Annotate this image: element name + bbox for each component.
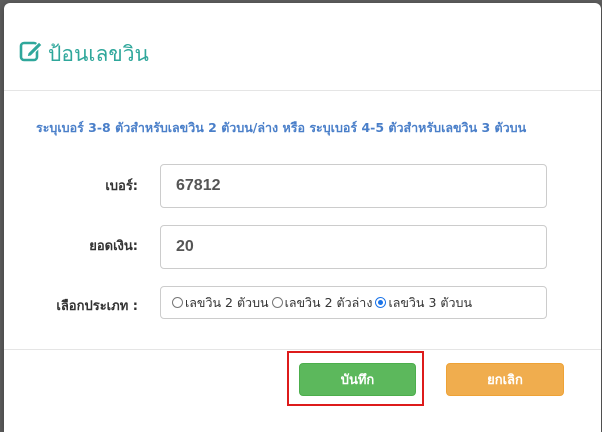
radio-3-top-label: เลขวิน 3 ตัวบน — [388, 294, 472, 310]
modal-header: ป้อนเลขวิน — [4, 3, 601, 91]
type-label: เลือกประเภท : — [56, 299, 138, 314]
radio-2-top[interactable] — [172, 297, 183, 308]
radio-option-3-top[interactable]: เลขวิน 3 ตัวบน — [375, 293, 472, 313]
number-label: เบอร์: — [105, 179, 138, 194]
modal-title: ป้อนเลขวิน — [48, 42, 149, 66]
edit-icon — [19, 39, 43, 63]
amount-input[interactable] — [160, 225, 547, 269]
radio-3-top[interactable] — [375, 297, 387, 308]
radio-2-bottom[interactable] — [271, 297, 283, 308]
number-input[interactable] — [160, 164, 547, 208]
type-radio-group: เลขวิน 2 ตัวบน เลขวิน 2 ตัวล่าง เลขวิน 3… — [160, 286, 547, 319]
radio-2-bottom-label: เลขวิน 2 ตัวล่าง — [284, 294, 373, 310]
save-button[interactable]: บันทึก — [299, 363, 416, 396]
radio-option-2-top[interactable]: เลขวิน 2 ตัวบน — [172, 293, 269, 313]
radio-option-2-bottom[interactable]: เลขวิน 2 ตัวล่าง — [271, 293, 373, 313]
amount-label: ยอดเงิน: — [89, 239, 138, 254]
instruction-text: ระบุเบอร์ 3-8 ตัวสำหรับเลขวิน 2 ตัวบน/ล่… — [36, 120, 527, 135]
cancel-button[interactable]: ยกเลิก — [446, 363, 564, 396]
radio-2-top-label: เลขวิน 2 ตัวบน — [185, 294, 269, 310]
